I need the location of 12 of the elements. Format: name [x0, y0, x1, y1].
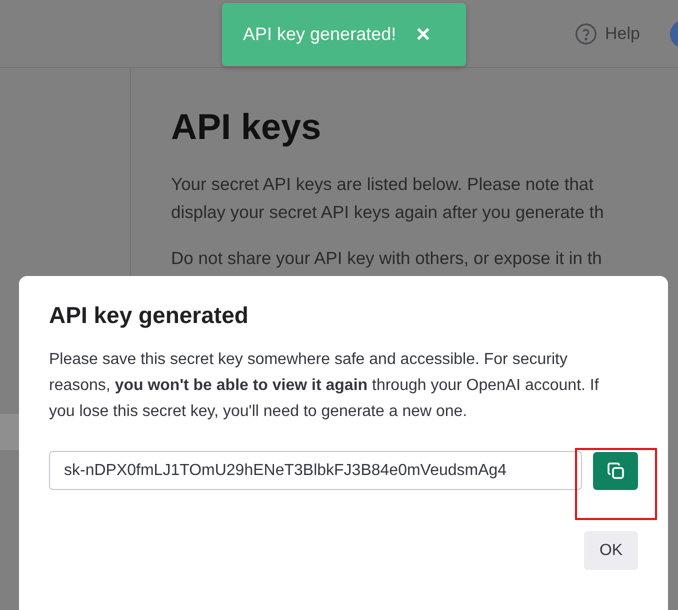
toast-message: API key generated! — [243, 24, 396, 45]
api-key-field[interactable]: sk-nDPX0fmLJ1TOmU29hENeT3BlbkFJ3B84e0mVeudsmAg4 — [49, 451, 582, 490]
ok-button[interactable]: OK — [584, 531, 638, 570]
dialog-title: API key generated — [49, 302, 250, 329]
page-title: API keys — [171, 106, 322, 148]
copy-icon — [606, 460, 626, 480]
paragraph-line: Your secret API keys are listed below. Please note that — [171, 173, 595, 196]
paragraph-line: Do not share your API key with others, or expose it in th — [171, 247, 603, 270]
help-icon[interactable] — [575, 22, 598, 44]
paragraph-line: display your secret API keys again after you generate th — [171, 201, 605, 224]
copy-button[interactable] — [593, 452, 638, 490]
dialog-message: Please save this secret key somewhere safe and accessible. For security reasons, you won't be able to view it again through your OpenAI account. If you lose this secret key, you'll need to generate a new one. — [49, 350, 600, 422]
